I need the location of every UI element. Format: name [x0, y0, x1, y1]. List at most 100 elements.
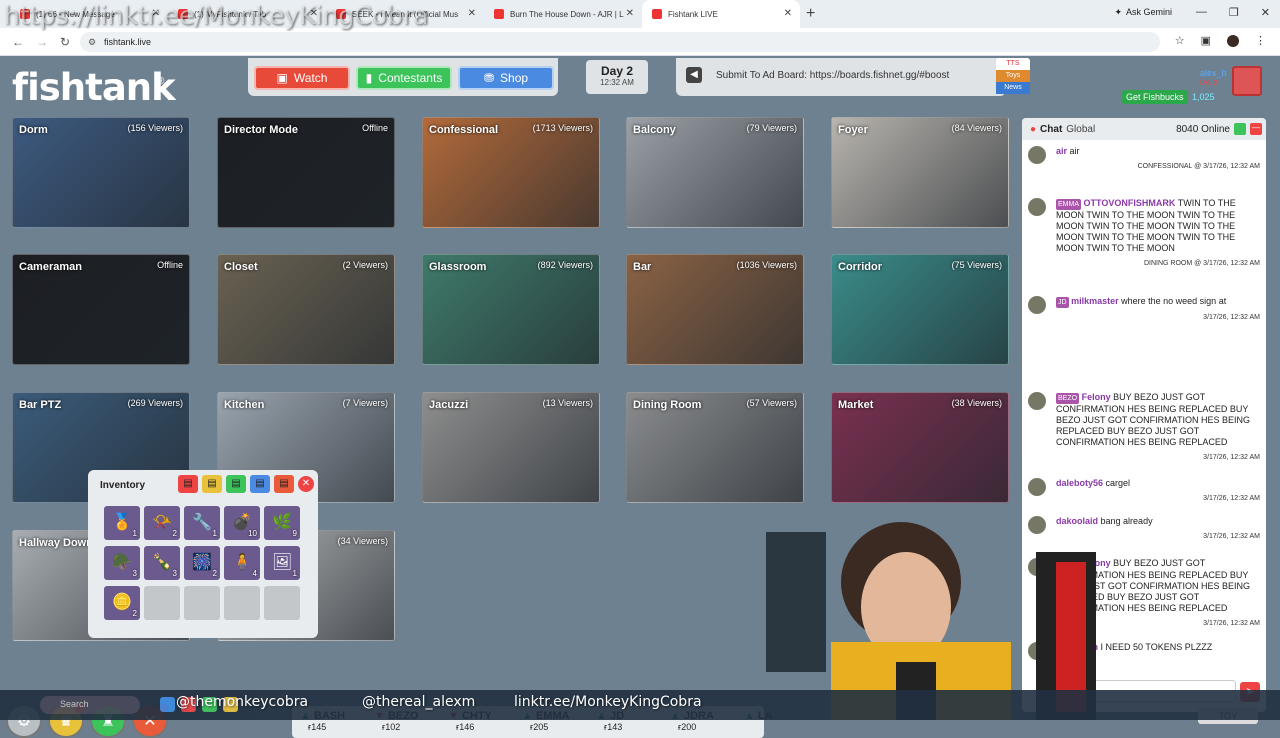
inventory-item[interactable]: 🧍 4 — [224, 546, 260, 580]
ticker-price: ғ102 — [382, 722, 401, 732]
camera-tile[interactable]: Foyer (84 Viewers) — [831, 117, 1009, 228]
camera-name: Jacuzzi — [429, 399, 469, 411]
shop-button[interactable]: ⛃ Shop — [458, 66, 554, 90]
camera-name: Closet — [224, 261, 258, 273]
inventory-item[interactable]: 🌿 9 — [264, 506, 300, 540]
maximize-icon[interactable]: ❐ — [1229, 6, 1239, 19]
camera-viewers: (75 Viewers) — [951, 260, 1002, 270]
day-clock: Day 2 12:32 AM — [586, 60, 648, 94]
empty-inventory-slot — [184, 586, 220, 620]
inventory-tab-red[interactable]: ▤ — [178, 475, 198, 493]
contestants-button[interactable]: ▮ Contestants — [356, 66, 452, 90]
inventory-item[interactable]: 🎆 2 — [184, 546, 220, 580]
inventory-tab-green[interactable]: ▤ — [226, 475, 246, 493]
tab-close-icon[interactable]: ✕ — [784, 8, 792, 19]
toys-tag[interactable]: Toys — [996, 70, 1030, 82]
chat-username[interactable]: daleboty56 — [1056, 478, 1103, 488]
chat-username[interactable]: air — [1056, 146, 1067, 156]
chat-close-icon[interactable]: — — [1250, 123, 1262, 135]
get-fishbucks-button[interactable]: Get Fishbucks — [1122, 90, 1188, 104]
camera-tile[interactable]: Glassroom (892 Viewers) — [422, 254, 600, 365]
inventory-tab-yellow[interactable]: ▤ — [202, 475, 222, 493]
tab-label: Fishtank LIVE — [668, 9, 718, 19]
chat-username[interactable]: milkmaster — [1071, 296, 1119, 306]
cast-icon[interactable]: ▣ — [1201, 34, 1211, 47]
inventory-item[interactable]: 📯 2 — [144, 506, 180, 540]
close-window-icon[interactable]: ✕ — [1261, 6, 1270, 19]
chat-avatar[interactable] — [1028, 296, 1046, 314]
new-tab-button[interactable]: + — [806, 5, 815, 23]
chat-username[interactable]: OTTOVONFISHMARK — [1084, 198, 1176, 208]
chat-avatar[interactable] — [1028, 392, 1046, 410]
profile-avatar[interactable] — [1227, 34, 1239, 47]
browser-tab[interactable]: Fishtank LIVE ✕ — [642, 0, 800, 28]
inventory-tab-blue[interactable]: ▤ — [250, 475, 270, 493]
camera-name: Confessional — [429, 124, 499, 136]
reload-icon[interactable]: ↻ — [60, 35, 72, 49]
item-count: 2 — [212, 569, 217, 578]
address-bar-row: ← → ↻ ⚙ fishtank.live ☆ ▣ ⋮ — [0, 28, 1280, 56]
inventory-item[interactable]: 🔧 1 — [184, 506, 220, 540]
chat-username[interactable]: Felony — [1082, 392, 1111, 402]
camera-tile[interactable]: Balcony (79 Viewers) — [626, 117, 804, 228]
user-avatar[interactable] — [1232, 66, 1262, 96]
watch-button[interactable]: ▣ Watch — [254, 66, 350, 90]
chat-expand-icon[interactable] — [1234, 123, 1246, 135]
tab-favicon-icon — [494, 9, 504, 19]
inventory-close-icon[interactable]: ✕ — [298, 476, 314, 492]
menu-icon[interactable]: ⋮ — [1255, 34, 1266, 47]
camera-tile[interactable]: Director Mode Offline — [217, 117, 395, 228]
tts-tag[interactable]: TTS — [996, 58, 1030, 70]
inventory-panel: Inventory ▤ ▤ ▤ ▤ ▤ ✕ 🏅 1 📯 2 🔧 1 💣 10 🌿 9 🪖 3 🍾 3 🎆 2 🧍… — [88, 470, 318, 638]
camera-tile[interactable]: Cameraman Offline — [12, 254, 190, 365]
camera-tile[interactable]: Corridor (75 Viewers) — [831, 254, 1009, 365]
inventory-item[interactable]: 🍾 3 — [144, 546, 180, 580]
taskbar-search[interactable]: Search — [40, 696, 140, 714]
camera-tile[interactable]: Closet (2 Viewers) — [217, 254, 395, 365]
fishtank-logo[interactable]: fishtank — [12, 66, 176, 109]
browser-tab[interactable]: Burn The House Down - AJR | L ✕ — [484, 0, 642, 28]
ticker-price: ғ143 — [604, 722, 623, 732]
chat-avatar[interactable] — [1028, 146, 1046, 164]
camera-name: Dining Room — [633, 399, 702, 411]
chat-icon: ● — [1030, 123, 1037, 135]
ad-board-banner[interactable]: ◀ Submit To Ad Board: https://boards.fis… — [676, 58, 1006, 96]
back-icon[interactable]: ← — [12, 35, 24, 49]
ad-board-back-icon[interactable]: ◀ — [686, 67, 702, 83]
chat-title: Chat — [1040, 123, 1063, 135]
camera-viewers: (156 Viewers) — [127, 123, 183, 133]
ask-gemini-button[interactable]: ✦ Ask Gemini — [1114, 7, 1172, 18]
figure-icon: 🧍 — [232, 554, 252, 571]
minimize-icon[interactable]: — — [1196, 6, 1207, 19]
url-field[interactable]: ⚙ fishtank.live — [80, 32, 1160, 52]
bookmark-star-icon[interactable]: ☆ — [1175, 34, 1185, 47]
chat-room[interactable]: Global — [1066, 124, 1095, 135]
chat-message: air air CONFESSIONAL @ 3/17/26, 12:32 AM — [1028, 146, 1260, 172]
camera-name: Bar — [633, 261, 652, 273]
inventory-item[interactable]: 🪖 3 — [104, 546, 140, 580]
chat-avatar[interactable] — [1028, 478, 1046, 496]
camera-tile[interactable]: Dining Room (57 Viewers) — [626, 392, 804, 503]
tab-close-icon[interactable]: ✕ — [468, 8, 476, 19]
taskbar-app-icon[interactable] — [160, 697, 175, 712]
camera-tile[interactable]: Dorm (156 Viewers) — [12, 117, 190, 228]
forward-icon[interactable]: → — [36, 35, 48, 49]
camera-tile[interactable]: Confessional (1713 Viewers) — [422, 117, 600, 228]
chat-avatar[interactable] — [1028, 198, 1046, 216]
inventory-item[interactable]: 🪙 2 — [104, 586, 140, 620]
camera-tile[interactable]: Jacuzzi (13 Viewers) — [422, 392, 600, 503]
online-count: 8040 Online — [1176, 123, 1230, 135]
inventory-item[interactable]: 💣 10 — [224, 506, 260, 540]
site-info-icon[interactable]: ⚙ — [88, 37, 96, 48]
camera-tile[interactable]: Market (38 Viewers) — [831, 392, 1009, 503]
username[interactable]: alex_b — [1200, 68, 1227, 78]
inventory-item[interactable]: 🏅 1 — [104, 506, 140, 540]
tab-close-icon[interactable]: ✕ — [626, 8, 634, 19]
news-tag[interactable]: News — [996, 82, 1030, 94]
camera-tile[interactable]: Bar (1036 Viewers) — [626, 254, 804, 365]
day-label: Day 2 — [600, 64, 634, 78]
contestants-icon: ▮ — [365, 71, 373, 85]
camera-viewers: (7 Viewers) — [342, 398, 388, 408]
inventory-item[interactable]: 🖼 1 — [264, 546, 300, 580]
inventory-tab-orange[interactable]: ▤ — [274, 475, 294, 493]
